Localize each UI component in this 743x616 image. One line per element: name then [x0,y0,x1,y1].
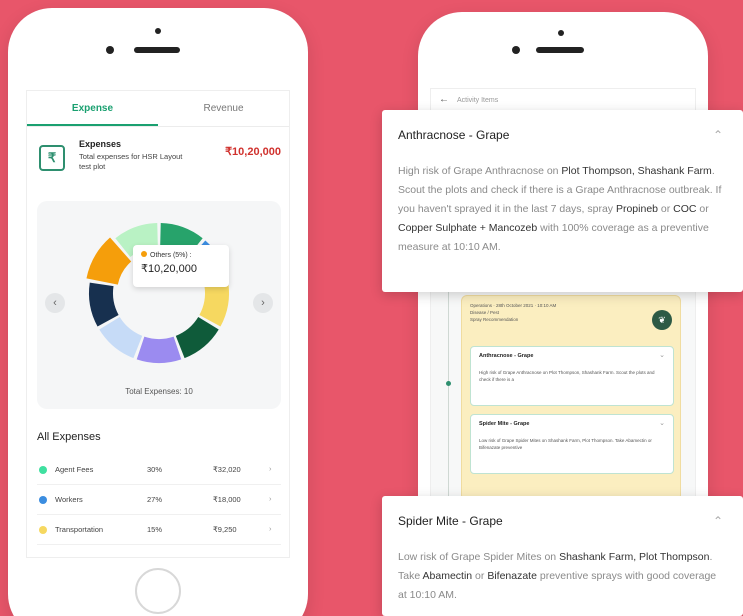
mini-card-body: Low risk of Grape Spider Mites on Shasha… [479,438,652,450]
expenses-subtitle: Total expenses for HSR Layout test plot [79,152,183,171]
popup-emphasis: Plot Thompson, Shashank Farm [561,165,712,177]
popup-emphasis: Propineb [615,203,658,215]
back-arrow-icon[interactable]: ← [439,94,449,105]
expense-row[interactable]: Agent Fees 30% ₹32,020 › [37,455,281,485]
expense-amount: ₹18,000 [213,495,241,504]
expense-chart-card: ‹ › Others (5%) : ₹10,20,000 Total Expen… [37,201,281,409]
expense-row[interactable]: Transportation 15% ₹9,250 › [37,515,281,545]
donut-segment[interactable] [89,282,119,327]
category-dot-icon [39,496,47,504]
popup-emphasis: COC [673,203,697,215]
chevron-down-icon[interactable]: ⌄ [659,419,665,427]
rupee-wallet-icon: ₹ [39,145,65,171]
total-expenses-label: Total Expenses: 10 [125,387,193,396]
left-phone: Expense Revenue ₹ Expenses Total expense… [8,8,308,616]
donut-segment[interactable] [86,237,132,286]
popup-emphasis: Copper Sulphate + Mancozeb [398,222,538,234]
expense-row[interactable]: Workers 27% ₹18,000 › [37,485,281,515]
mini-card-title: Anthracnose - Grape [479,353,534,359]
donut-segment[interactable] [199,282,229,327]
popup-body: Low risk of Grape Spider Mites on Shasha… [398,548,727,605]
tooltip-label: Others (5%) : [141,251,221,259]
popup-text: or [696,203,709,215]
expense-name: Transportation [55,525,104,534]
activity-header-title: Activity Items [457,97,499,104]
mini-card-body: High risk of Grape Anthracnose on Plot T… [479,370,655,382]
front-sensor [558,30,564,36]
expense-percent: 27% [147,495,163,504]
timeline-dot [446,381,451,386]
popup-title: Spider Mite - Grape [398,514,503,528]
speaker-grille [536,47,584,53]
popup-text: or [658,203,674,215]
donut-segment[interactable] [175,316,219,359]
tooltip-dot-icon [141,251,147,257]
spider-mite-popup-card[interactable]: Spider Mite - Grape ⌃ Low risk of Grape … [382,496,743,616]
chevron-left-icon[interactable]: ‹ [45,293,65,313]
anthracnose-popup-card[interactable]: Anthracnose - Grape ⌃ High risk of Grape… [382,110,743,292]
front-camera [512,46,520,54]
tab-revenue[interactable]: Revenue [158,91,289,126]
chart-tooltip: Others (5%) : ₹10,20,000 [133,245,229,287]
popup-text: or [472,570,488,582]
expense-amount: ₹32,020 [213,465,241,474]
expenses-total-amount: ₹10,20,000 [225,146,281,158]
chevron-right-icon[interactable]: › [253,293,273,313]
home-button[interactable] [135,568,181,614]
tab-expense[interactable]: Expense [27,91,158,126]
category-dot-icon [39,526,47,534]
donut-segment[interactable] [136,336,182,363]
recommendation-meta: Operations · 28th October 2021 · 10:10 A… [470,303,557,322]
popup-emphasis: Bifenazate [487,570,537,582]
expense-name: Workers [55,495,83,504]
expense-percent: 30% [147,465,163,474]
chevron-up-icon[interactable]: ⌃ [713,514,723,528]
chevron-down-icon[interactable]: ⌄ [659,351,665,359]
expenses-summary: ₹ Expenses Total expenses for HSR Layout… [27,127,289,189]
expense-donut-chart[interactable] [37,201,281,381]
all-expenses-heading: All Expenses [37,431,101,443]
popup-title: Anthracnose - Grape [398,128,510,142]
expense-amount: ₹9,250 [213,525,237,534]
expense-screen: Expense Revenue ₹ Expenses Total expense… [26,90,290,558]
mini-card-spider-mite[interactable]: Spider Mite - Grape Low risk of Grape Sp… [470,414,674,474]
popup-body: High risk of Grape Anthracnose on Plot T… [398,162,727,257]
spray-recommendation-card[interactable]: Operations · 28th October 2021 · 10:10 A… [461,295,681,501]
popup-emphasis: Abamectin [422,570,473,582]
speaker-grille [134,47,180,53]
front-camera [106,46,114,54]
leaf-icon: ❦ [652,310,672,330]
tooltip-value: ₹10,20,000 [141,263,197,275]
category-dot-icon [39,466,47,474]
donut-segment[interactable] [99,316,143,359]
tab-bar: Expense Revenue [27,91,289,127]
chevron-up-icon[interactable]: ⌃ [713,128,723,142]
popup-text: Low risk of Grape Spider Mites on [398,551,560,563]
chevron-right-icon: › [269,524,272,533]
popup-text: High risk of Grape Anthracnose on [398,165,562,177]
chevron-right-icon: › [269,464,272,473]
front-sensor [155,28,161,34]
expense-name: Agent Fees [55,465,94,474]
mini-card-anthracnose[interactable]: Anthracnose - Grape High risk of Grape A… [470,346,674,406]
popup-emphasis: Shashank Farm, Plot Thompson [559,551,710,563]
chevron-right-icon: › [269,494,272,503]
expense-percent: 15% [147,525,163,534]
mini-card-title: Spider Mite - Grape [479,421,530,427]
